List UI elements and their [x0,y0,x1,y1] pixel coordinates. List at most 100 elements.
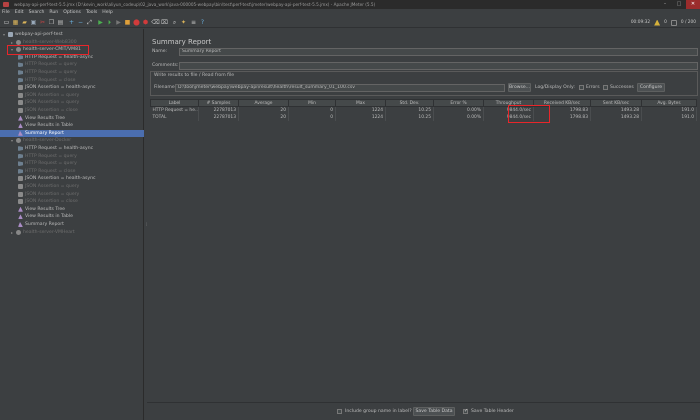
clear-all-icon[interactable]: ⌧ [161,19,168,26]
assert-icon [18,108,23,113]
minimize-icon[interactable]: – [658,0,672,9]
tree-node-assert[interactable]: JSON Assertion = close [18,107,78,114]
table-cell: 10.25 [385,113,434,121]
tree-node-label: HTTP Request = query [25,62,77,68]
tree-node-label: JSON Assertion = health-async [25,85,96,91]
menu-search[interactable]: Search [29,9,45,17]
tree-node-label: HTTP Request = health-async [25,146,94,151]
report-icon [18,222,23,227]
tree-node-sampler[interactable]: HTTP Request = health-async [18,145,93,152]
tree-node-tg[interactable]: ▸ health-server-VMHeart [10,229,75,236]
templates-icon[interactable]: ▦ [12,19,19,26]
help-icon[interactable]: ? [199,19,206,26]
successes-checkbox[interactable] [603,85,608,90]
column-header[interactable]: Std. Dev. [385,99,434,107]
tree-node-listener[interactable]: View Results Tree [18,115,65,122]
tree-node-sampler[interactable]: HTTP Request = query [18,160,77,167]
tree-node-label: JSON Assertion = query [25,191,80,197]
search-icon[interactable]: ⌕ [171,19,178,26]
tree-node-sampler[interactable]: HTTP Request = close [18,77,75,84]
tree-node-assert[interactable]: JSON Assertion = query [18,99,79,106]
filename-field[interactable]: D:\tool\jmeter\webpay\webpay-api\result\… [175,84,505,92]
save-icon[interactable]: ▣ [30,19,37,26]
tree-node-assert[interactable]: JSON Assertion = close [18,198,78,205]
column-header[interactable]: Min [288,99,336,107]
chevron-down-icon[interactable]: ▾ [10,137,14,144]
menu-run[interactable]: Run [49,9,58,17]
menu-tools[interactable]: Tools [86,9,97,17]
listener-icon [18,214,23,220]
shutdown-remote-icon[interactable]: ⬢ [142,19,149,26]
tree-node-sampler[interactable]: HTTP Request = query [18,61,77,68]
toggle-icon[interactable]: ⤢ [86,19,93,26]
browse-button[interactable]: Browse... [508,83,531,92]
tree-node-listener[interactable]: View Results in Table [18,213,73,220]
configure-button[interactable]: Configure [637,83,665,92]
tree-node-sampler[interactable]: HTTP Request = close [18,168,75,175]
tree-node-assert[interactable]: JSON Assertion = health-async [18,175,96,182]
expand-all-icon[interactable]: + [68,19,75,26]
column-header[interactable]: Sent KB/sec [590,99,642,107]
name-field[interactable]: Summary Report [179,48,698,56]
open-folder-icon[interactable]: ▰ [21,19,28,26]
listener-icon [18,206,23,212]
paste-icon[interactable]: ▤ [57,19,64,26]
chevron-down-icon[interactable]: ▾ [2,31,6,38]
menu-file[interactable]: File [2,9,10,17]
table-row[interactable]: TOTAL 22787013 20 0 1224 10.25 0.00% 984… [150,113,697,121]
stop-icon[interactable]: ■ [124,19,131,26]
tree-node-sampler[interactable]: HTTP Request = query [18,153,77,160]
save-header-checkbox[interactable] [463,408,468,414]
menu-options[interactable]: Options [63,9,81,17]
tg-icon [16,229,21,235]
warning-icon[interactable] [654,19,661,26]
menu-edit[interactable]: Edit [15,9,24,17]
tree-node-plan[interactable]: ▾ webpay-api-perf-test [2,31,63,38]
cut-icon[interactable]: ✂ [39,19,46,26]
throughput-highlight [508,105,550,123]
comments-field[interactable] [179,62,698,70]
column-header[interactable]: Avg. Bytes [641,99,697,107]
close-icon[interactable]: ✕ [686,0,700,9]
copy-icon[interactable]: ❐ [48,19,55,26]
window-title-bar: webpay-api-perf-test-5.5.jmx (D:\kevin_w… [0,0,700,9]
column-header[interactable]: # Samples [198,99,239,107]
tree-node-report[interactable]: Summary Report [18,221,64,228]
tree-node-assert[interactable]: JSON Assertion = health-async [18,84,96,91]
tree-node-assert[interactable]: JSON Assertion = query [18,191,79,198]
results-table: Label # Samples Average Min Max Std. Dev… [150,99,697,121]
new-file-icon[interactable]: ▭ [3,19,10,26]
tree-node-tg[interactable]: ▾ health-server-Docker [10,137,71,144]
start-icon[interactable]: ▶ [97,19,104,26]
start-no-pauses-icon[interactable]: ⏵ [106,19,113,26]
tree-node-label: JSON Assertion = close [25,199,78,205]
clear-icon[interactable]: ⌫ [151,19,159,26]
tree-node-assert[interactable]: JSON Assertion = query [18,92,79,99]
summary-report-panel: Summary Report Name: Summary Report Comm… [147,29,700,420]
tree-node-label: HTTP Request = query [25,70,77,75]
errors-checkbox[interactable] [579,85,584,90]
start-remote-icon[interactable]: ▶ [115,19,122,26]
column-header[interactable]: Error % [433,99,484,107]
table-row[interactable]: HTTP Request = he... 22787013 20 0 1224 … [150,106,697,114]
column-header[interactable]: Max [335,99,386,107]
tree-node-assert[interactable]: JSON Assertion = query [18,183,79,190]
tree-node-report[interactable]: Summary Report [0,129,144,137]
window-controls: – □ ✕ [658,0,700,9]
tree-node-sampler[interactable]: HTTP Request = query [18,69,77,76]
plan-icon [8,32,13,37]
elapsed-time: 00:09:32 [630,20,651,25]
save-table-button[interactable]: Save Table Data [413,407,455,416]
tree-node-listener[interactable]: View Results Tree [18,206,65,213]
reset-search-icon[interactable]: ✦ [180,19,187,26]
column-header[interactable]: Average [238,99,289,107]
function-helper-icon[interactable]: ≡ [190,19,197,26]
collapse-all-icon[interactable]: − [77,19,84,26]
include-group-checkbox[interactable] [337,409,342,414]
menu-help[interactable]: Help [102,9,112,17]
column-header[interactable]: Label [150,99,199,107]
shutdown-icon[interactable]: ⬤ [133,19,140,26]
chevron-right-icon[interactable]: ▸ [10,229,14,236]
tree-node-listener[interactable]: View Results in Table [18,122,73,129]
maximize-icon[interactable]: □ [672,0,686,9]
